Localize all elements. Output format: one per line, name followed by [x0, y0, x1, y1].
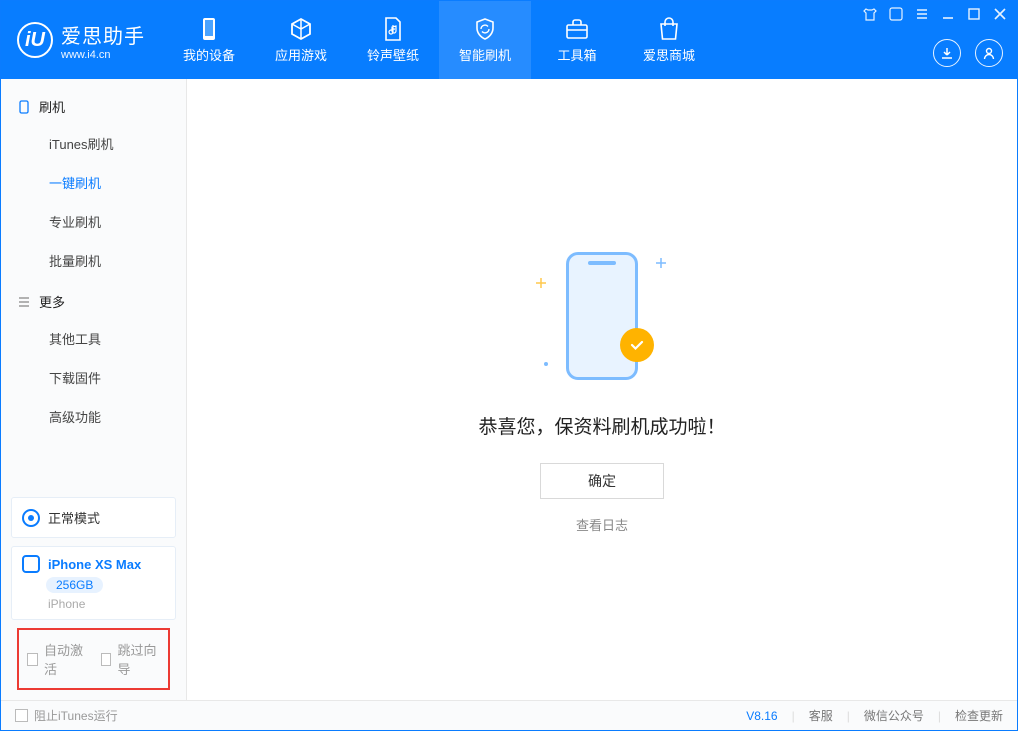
- cube-icon: [289, 17, 313, 41]
- logo-text: 爱思助手 www.i4.cn: [61, 20, 145, 61]
- sidebar-scroll: 刷机 iTunes刷机 一键刷机 专业刷机 批量刷机 更多 其他工具 下载固件 …: [1, 79, 186, 489]
- sparkle-icon: [536, 276, 546, 286]
- separator: |: [792, 709, 795, 723]
- ok-button[interactable]: 确定: [540, 463, 664, 499]
- footer-link-wechat[interactable]: 微信公众号: [864, 707, 924, 724]
- footer: 阻止iTunes运行 V8.16 | 客服 | 微信公众号 | 检查更新: [1, 700, 1017, 730]
- success-illustration: [532, 246, 672, 386]
- tab-label: 工具箱: [557, 45, 596, 64]
- toolbox-icon: [565, 17, 589, 41]
- sidebar: 刷机 iTunes刷机 一键刷机 专业刷机 批量刷机 更多 其他工具 下载固件 …: [1, 79, 187, 700]
- footer-left: 阻止iTunes运行: [15, 707, 118, 724]
- sidebar-item-itunes-flash[interactable]: iTunes刷机: [1, 124, 186, 163]
- footer-right: V8.16 | 客服 | 微信公众号 | 检查更新: [746, 707, 1003, 724]
- tab-smart-flash[interactable]: 智能刷机: [439, 1, 531, 79]
- checkbox-label: 自动激活: [44, 640, 87, 678]
- checkbox-box-icon: [15, 709, 28, 722]
- mode-icon: [22, 509, 40, 527]
- app-window: iU 爱思助手 www.i4.cn 我的设备 应用游戏: [1, 1, 1017, 730]
- app-name-cn: 爱思助手: [61, 20, 145, 49]
- tab-label: 铃声壁纸: [367, 45, 419, 64]
- body: 刷机 iTunes刷机 一键刷机 专业刷机 批量刷机 更多 其他工具 下载固件 …: [1, 79, 1017, 700]
- section-title-label: 更多: [39, 292, 65, 311]
- phone-illustration-icon: [566, 252, 638, 380]
- tab-label: 爱思商城: [643, 45, 695, 64]
- sparkle-icon: [656, 256, 666, 266]
- checkbox-highlight-row: 自动激活 跳过向导: [17, 628, 170, 690]
- download-button[interactable]: [933, 39, 961, 67]
- checkbox-label: 阻止iTunes运行: [34, 707, 118, 724]
- tab-ringtones-wallpapers[interactable]: 铃声壁纸: [347, 1, 439, 79]
- sidebar-item-oneclick-flash[interactable]: 一键刷机: [1, 163, 186, 202]
- sidebar-item-advanced[interactable]: 高级功能: [1, 397, 186, 436]
- storage-badge: 256GB: [46, 577, 103, 593]
- section-title-label: 刷机: [39, 97, 65, 116]
- device-name-label: iPhone XS Max: [48, 557, 141, 572]
- user-button[interactable]: [975, 39, 1003, 67]
- checkbox-prevent-itunes[interactable]: 阻止iTunes运行: [15, 707, 118, 724]
- tab-toolbox[interactable]: 工具箱: [531, 1, 623, 79]
- checkbox-box-icon: [27, 653, 38, 666]
- checkbox-auto-activate[interactable]: 自动激活: [27, 640, 87, 678]
- checkbox-label: 跳过向导: [117, 640, 160, 678]
- sparkle-icon: [542, 356, 552, 366]
- sidebar-bottom: 正常模式 iPhone XS Max 256GB iPhone 自动激活: [1, 489, 186, 700]
- mode-label: 正常模式: [48, 508, 100, 527]
- separator: |: [938, 709, 941, 723]
- checkbox-box-icon: [101, 653, 112, 666]
- sidebar-section-more: 更多: [1, 280, 186, 319]
- sidebar-item-download-firmware[interactable]: 下载固件: [1, 358, 186, 397]
- hamburger-icon: [17, 295, 31, 309]
- top-right-actions: [933, 39, 1003, 67]
- version-label: V8.16: [746, 709, 777, 723]
- tab-store[interactable]: 爱思商城: [623, 1, 715, 79]
- close-icon[interactable]: [991, 5, 1009, 23]
- sidebar-item-other-tools[interactable]: 其他工具: [1, 319, 186, 358]
- sidebar-item-batch-flash[interactable]: 批量刷机: [1, 241, 186, 280]
- minimize-icon[interactable]: [939, 5, 957, 23]
- view-log-link[interactable]: 查看日志: [576, 515, 628, 534]
- window-controls: [861, 5, 1009, 23]
- shirt-icon[interactable]: [861, 5, 879, 23]
- menu-icon[interactable]: [913, 5, 931, 23]
- check-badge-icon: [620, 328, 654, 362]
- music-file-icon: [381, 17, 405, 41]
- checkbox-skip-guide[interactable]: 跳过向导: [101, 640, 161, 678]
- device-top: iPhone XS Max: [22, 555, 141, 573]
- sidebar-section-flash: 刷机: [1, 85, 186, 124]
- main-content: 恭喜您，保资料刷机成功啦！ 确定 查看日志: [187, 79, 1017, 700]
- success-message: 恭喜您，保资料刷机成功啦！: [478, 412, 725, 439]
- device-card[interactable]: iPhone XS Max 256GB iPhone: [11, 546, 176, 620]
- device-icon: [22, 555, 40, 573]
- logo-area: iU 爱思助手 www.i4.cn: [1, 1, 163, 79]
- top-bar: iU 爱思助手 www.i4.cn 我的设备 应用游戏: [1, 1, 1017, 79]
- app-name-en: www.i4.cn: [61, 49, 145, 61]
- refresh-shield-icon: [473, 17, 497, 41]
- bag-icon: [657, 17, 681, 41]
- device-sub-label: iPhone: [48, 597, 85, 611]
- tab-label: 智能刷机: [459, 45, 511, 64]
- phone-icon: [197, 17, 221, 41]
- logo-icon: iU: [17, 22, 53, 58]
- footer-link-update[interactable]: 检查更新: [955, 707, 1003, 724]
- tab-label: 我的设备: [183, 45, 235, 64]
- footer-link-support[interactable]: 客服: [809, 707, 833, 724]
- sidebar-item-pro-flash[interactable]: 专业刷机: [1, 202, 186, 241]
- tab-label: 应用游戏: [275, 45, 327, 64]
- maximize-icon[interactable]: [965, 5, 983, 23]
- mode-card[interactable]: 正常模式: [11, 497, 176, 538]
- separator: |: [847, 709, 850, 723]
- tab-my-device[interactable]: 我的设备: [163, 1, 255, 79]
- feedback-icon[interactable]: [887, 5, 905, 23]
- main-tabs: 我的设备 应用游戏 铃声壁纸 智能刷机: [163, 1, 715, 79]
- tab-apps-games[interactable]: 应用游戏: [255, 1, 347, 79]
- phone-outline-icon: [17, 100, 31, 114]
